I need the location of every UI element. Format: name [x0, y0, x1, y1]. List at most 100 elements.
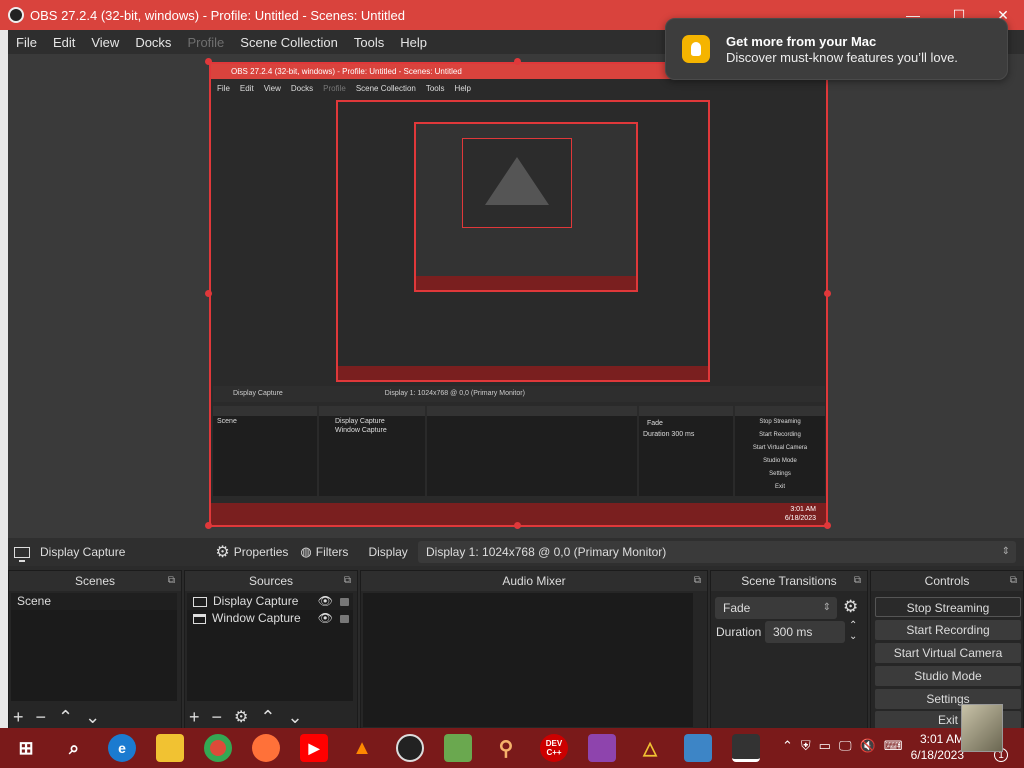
display-select-value: Display 1: 1024x768 @ 0,0 (Primary Monit…	[426, 545, 667, 559]
resize-handle[interactable]	[205, 522, 212, 529]
chevron-up-icon[interactable]: ⌃	[260, 707, 275, 728]
scenes-dock-title: Scenes	[74, 574, 116, 588]
sources-list[interactable]: Display Capture 👁 Window Capture 👁	[187, 593, 353, 701]
source-item-label: Display Capture	[213, 594, 299, 608]
menu-scene-collection[interactable]: Scene Collection	[232, 35, 346, 50]
resize-handle[interactable]	[514, 58, 521, 65]
winrar-icon[interactable]	[588, 734, 616, 762]
lock-icon[interactable]	[340, 614, 349, 623]
nested-display-value: Display 1: 1024x768 @ 0,0 (Primary Monit…	[384, 390, 525, 397]
notepad-icon[interactable]	[444, 734, 472, 762]
menu-edit[interactable]: Edit	[45, 35, 83, 50]
obs-active-icon[interactable]	[732, 734, 760, 762]
vlc-icon[interactable]: ▲	[348, 734, 376, 762]
window-edge	[0, 30, 8, 730]
remove-icon[interactable]: −	[212, 707, 223, 728]
volume-muted-icon[interactable]: 🔇	[860, 738, 876, 754]
devcpp-icon[interactable]: DEV C++	[540, 734, 568, 762]
sources-dock-title: Sources	[248, 574, 294, 588]
resize-handle[interactable]	[205, 290, 212, 297]
transitions-title: Scene Transitions	[741, 574, 837, 588]
network-icon[interactable]: 🖵	[839, 738, 852, 754]
notification-title: Get more from your Mac	[726, 34, 877, 49]
menu-file[interactable]: File	[8, 35, 45, 50]
scenes-list[interactable]: Scene	[11, 593, 177, 701]
resize-handle[interactable]	[205, 58, 212, 65]
start-recording-button[interactable]: Start Recording	[875, 620, 1021, 640]
menu-profile[interactable]: Profile	[179, 35, 232, 50]
search-tool-icon[interactable]: ⚲	[492, 734, 520, 762]
chevron-up-icon[interactable]: ⌃	[58, 707, 73, 728]
resize-handle[interactable]	[824, 290, 831, 297]
nested-source-name: Display Capture	[233, 390, 283, 397]
remove-icon[interactable]: −	[36, 707, 47, 728]
spin-arrows-icon[interactable]: ⌃ ⌄	[849, 620, 857, 642]
source-item[interactable]: Display Capture 👁	[187, 593, 353, 610]
notification-toast[interactable]: Get more from your Mac Discover must-kno…	[665, 18, 1008, 80]
preview-canvas[interactable]: OBS 27.2.4 (32-bit, windows) - Profile: …	[209, 62, 828, 527]
filters-button[interactable]: ◍ Filters	[300, 544, 348, 560]
gear-icon[interactable]: ⚙	[843, 597, 858, 617]
controls-title: Controls	[924, 574, 970, 588]
preview-nested-source-bar: Display Capture Display 1: 1024x768 @ 0,…	[213, 386, 825, 402]
search-icon[interactable]: ⌕	[60, 734, 88, 762]
nested-menu-item: File	[217, 83, 230, 93]
chevron-down-icon[interactable]: ⌄	[85, 707, 100, 728]
audio-mixer-area	[363, 593, 693, 727]
source-item[interactable]: Window Capture 👁	[187, 610, 353, 627]
eye-icon[interactable]: 👁	[318, 593, 333, 610]
youtube-icon[interactable]: ▶	[300, 734, 328, 762]
stop-streaming-button[interactable]: Stop Streaming	[875, 597, 1021, 617]
nested-transitions-dock: Fade Duration 300 ms	[639, 406, 733, 496]
windows-start-icon[interactable]: ⊞	[12, 734, 40, 762]
chevron-up-icon[interactable]: ⌃	[782, 738, 793, 754]
nested-control: Start Virtual Camera	[752, 445, 808, 451]
undock-icon[interactable]: ⧉	[854, 571, 861, 591]
chrome-icon[interactable]	[204, 734, 232, 762]
audio-mixer-dock: Audio Mixer ⧉	[360, 570, 708, 730]
duration-input[interactable]: 300 ms	[765, 621, 845, 643]
menu-view[interactable]: View	[83, 35, 127, 50]
start-virtual-camera-button[interactable]: Start Virtual Camera	[875, 643, 1021, 663]
undock-icon[interactable]: ⧉	[1010, 571, 1017, 591]
obs-logo-icon	[8, 7, 24, 23]
firefox-icon[interactable]	[252, 734, 280, 762]
touchpad-icon[interactable]: ▭	[819, 738, 831, 754]
nested-sources-dock: Display Capture Window Capture	[319, 406, 425, 496]
chevron-updown-icon: ⇕	[1001, 546, 1010, 557]
preview-nested-level-4	[462, 138, 572, 228]
windows-taskbar: ⊞ ⌕ e ▶ ▲ ⚲ DEV C++ △ ⌃ ⛨ ▭ 🖵 🔇 ⌨ 3:01 A…	[0, 728, 1024, 768]
properties-label: Properties	[233, 545, 289, 559]
add-icon[interactable]: +	[13, 707, 24, 728]
properties-button[interactable]: ⚙ Properties	[215, 542, 288, 562]
undock-icon[interactable]: ⧉	[168, 571, 175, 591]
virtualbox-icon[interactable]	[684, 734, 712, 762]
menu-help[interactable]: Help	[392, 35, 435, 50]
eye-icon[interactable]: 👁	[318, 610, 333, 627]
chevron-down-icon[interactable]: ⌄	[287, 707, 302, 728]
nested-control: Settings	[769, 471, 791, 477]
keyboard-icon[interactable]: ⌨	[884, 738, 903, 754]
lock-icon[interactable]	[340, 597, 349, 606]
obs-icon[interactable]	[396, 734, 424, 762]
clock[interactable]: 3:01 AM 6/18/2023	[911, 731, 964, 763]
notification-body: Discover must-know features you’ll love.	[726, 50, 958, 65]
studio-mode-button[interactable]: Studio Mode	[875, 666, 1021, 686]
defender-icon[interactable]: ⛨	[801, 738, 811, 754]
undock-icon[interactable]: ⧉	[694, 571, 701, 591]
undock-icon[interactable]: ⧉	[344, 571, 351, 591]
nested-clock-date: 6/18/2023	[784, 515, 816, 522]
display-select[interactable]: Display 1: 1024x768 @ 0,0 (Primary Monit…	[418, 541, 1016, 563]
scene-item[interactable]: Scene	[11, 593, 177, 610]
transition-select[interactable]: Fade ⇕	[715, 597, 837, 619]
resize-handle[interactable]	[514, 522, 521, 529]
menu-tools[interactable]: Tools	[346, 35, 392, 50]
clock-time: 3:01 AM	[919, 732, 964, 746]
add-icon[interactable]: +	[189, 707, 200, 728]
vectorworks-icon[interactable]: △	[636, 734, 664, 762]
menu-docks[interactable]: Docks	[127, 35, 179, 50]
file-explorer-icon[interactable]	[156, 734, 184, 762]
gear-icon[interactable]: ⚙	[234, 707, 248, 727]
edge-icon[interactable]: e	[108, 734, 136, 762]
resize-handle[interactable]	[824, 522, 831, 529]
